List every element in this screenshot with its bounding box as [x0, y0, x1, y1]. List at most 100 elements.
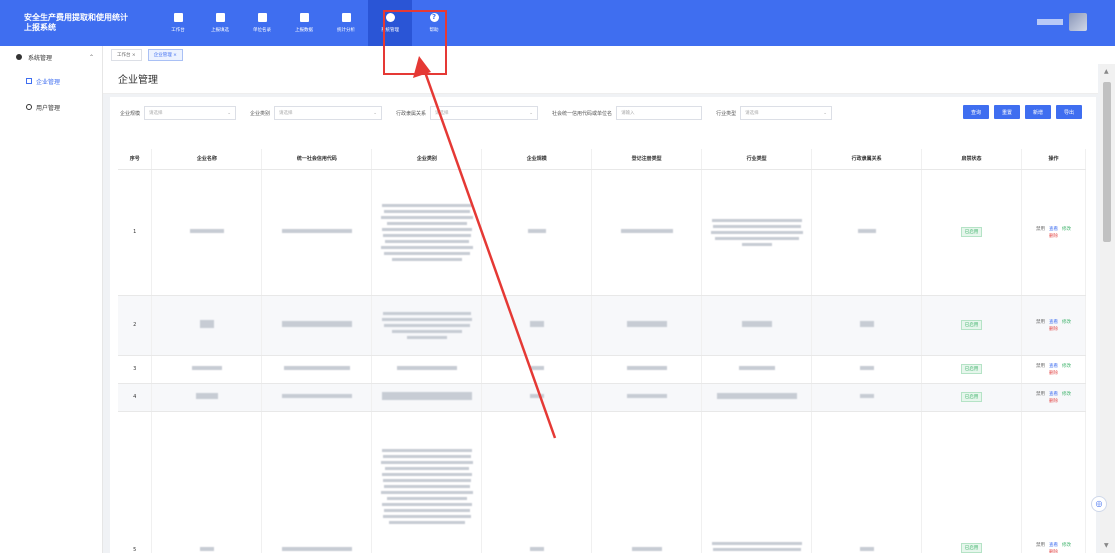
user-menu[interactable] — [1037, 13, 1087, 31]
cell-redacted — [701, 295, 813, 356]
status-badge: 已启用 — [960, 320, 983, 330]
app-title: 安全生产费用提取和使用统计 上报系统 — [0, 13, 158, 33]
scroll-up-icon[interactable]: ▲ — [1104, 68, 1109, 75]
admin-affiliation-select[interactable]: 请选择 ⌄ — [430, 106, 539, 120]
edit-link[interactable]: 修改 — [1062, 363, 1071, 369]
col-header: 登记注册类型 — [591, 149, 703, 170]
view-link[interactable]: 查看 — [1049, 363, 1058, 369]
ops-cell: 禁用 查看 修改 删除 — [1021, 295, 1087, 356]
chevron-down-icon: ⌄ — [373, 110, 378, 116]
nav-item-workbench[interactable]: 工作台 — [158, 0, 198, 46]
ops-cell: 禁用 查看 修改 删除 — [1021, 355, 1087, 384]
delete-link[interactable]: 删除 — [1049, 370, 1058, 376]
query-button[interactable]: 查询 — [962, 105, 989, 119]
nav-label: 统计分析 — [337, 28, 355, 33]
app-title-line2: 上报系统 — [24, 23, 56, 32]
input-placeholder: 请输入 — [621, 111, 635, 116]
delete-link[interactable]: 删除 — [1049, 233, 1058, 239]
grid-icon — [173, 13, 183, 22]
edit-link[interactable]: 修改 — [1062, 542, 1071, 548]
col-header: 行政隶属关系 — [811, 149, 923, 170]
table-row: 3 已启用 禁用 查看 修改 删除 — [118, 355, 1087, 384]
table-row: 4 已启用 禁用 查看 修改 删除 — [118, 383, 1087, 412]
row-number: 1 — [118, 169, 153, 296]
nav-item-report-data[interactable]: 上报数据 — [284, 0, 324, 46]
view-link[interactable]: 查看 — [1049, 226, 1058, 232]
enterprise-table: 序号 企业名称 统一社会信用代码 企业类别 企业规模 登记注册类型 行业类型 行… — [118, 149, 1087, 553]
scale-select[interactable]: 请选择 ⌄ — [144, 106, 237, 120]
vertical-scrollbar[interactable]: ▲ ▼ — [1100, 64, 1115, 553]
status-badge: 已启用 — [960, 227, 983, 237]
annotation-highlight-box — [383, 10, 447, 75]
top-nav-bar: 安全生产费用提取和使用统计 上报系统 工作台 上报填选 单位名录 上报数据 统计… — [0, 0, 1115, 46]
export-button[interactable]: 导出 — [1055, 105, 1082, 119]
sidebar-item-label: 用户管理 — [36, 104, 61, 112]
category-select[interactable]: 请选择 ⌄ — [274, 106, 383, 120]
cell-redacted — [371, 383, 483, 412]
filter-credit-code: 社会统一信用代码或单位名 请输入 — [552, 106, 703, 120]
chevron-down-icon: ⌄ — [227, 110, 232, 116]
edit-link[interactable]: 修改 — [1062, 226, 1071, 232]
cell-redacted — [481, 411, 593, 553]
ops-cell: 禁用 查看 修改 删除 — [1021, 411, 1087, 553]
status-cell: 已启用 — [921, 355, 1022, 384]
disable-link[interactable]: 禁用 — [1036, 319, 1045, 325]
select-placeholder: 请选择 — [149, 111, 163, 116]
filter-label: 行业类型 — [716, 110, 737, 117]
sidebar-group-label: 系统管理 — [28, 54, 53, 62]
sidebar-group-system-management[interactable]: 系统管理 ⌃ — [0, 46, 102, 68]
cell-redacted — [591, 169, 703, 296]
delete-link[interactable]: 删除 — [1049, 549, 1058, 553]
nav-item-unit-directory[interactable]: 单位名录 — [242, 0, 282, 46]
cell-redacted — [811, 383, 923, 412]
cell-redacted — [591, 411, 703, 553]
industry-select[interactable]: 请选择 ⌄ — [740, 106, 833, 120]
nav-item-report-fill[interactable]: 上报填选 — [200, 0, 240, 46]
col-header: 启禁状态 — [921, 149, 1022, 170]
row-number: 4 — [118, 383, 153, 412]
tab-workbench[interactable]: 工作台 × — [111, 49, 142, 61]
sidebar-item-enterprise-management[interactable]: 企业管理 — [0, 68, 102, 94]
cell-redacted — [811, 355, 923, 384]
avatar[interactable] — [1069, 13, 1087, 31]
add-button[interactable]: 新增 — [1024, 105, 1051, 119]
nav-item-statistics[interactable]: 统计分析 — [326, 0, 366, 46]
view-link[interactable]: 查看 — [1049, 391, 1058, 397]
nav-label: 单位名录 — [253, 28, 271, 33]
delete-link[interactable]: 删除 — [1049, 398, 1058, 404]
cell-redacted — [701, 411, 813, 553]
disable-link[interactable]: 禁用 — [1036, 391, 1045, 397]
scroll-down-icon[interactable]: ▼ — [1104, 542, 1109, 549]
col-header: 操作 — [1021, 149, 1087, 170]
disable-link[interactable]: 禁用 — [1036, 226, 1045, 232]
cell-redacted — [261, 355, 373, 384]
status-cell: 已启用 — [921, 411, 1022, 553]
view-link[interactable]: 查看 — [1049, 319, 1058, 325]
delete-link[interactable]: 删除 — [1049, 326, 1058, 332]
status-badge: 已启用 — [960, 364, 983, 374]
cell-redacted — [371, 169, 483, 296]
tab-enterprise-management[interactable]: 企业管理 × — [147, 49, 183, 61]
chevron-up-icon: ⌃ — [88, 53, 94, 61]
credit-code-input[interactable]: 请输入 — [616, 106, 703, 120]
action-buttons: 查询 重置 新增 导出 — [962, 105, 1082, 119]
edit-link[interactable]: 修改 — [1062, 319, 1071, 325]
filter-label: 行政隶属关系 — [396, 110, 427, 117]
row-number: 3 — [118, 355, 153, 384]
disable-link[interactable]: 禁用 — [1036, 542, 1045, 548]
ops-cell: 禁用 查看 修改 删除 — [1021, 383, 1087, 412]
cell-redacted — [261, 169, 373, 296]
select-placeholder: 请选择 — [279, 111, 293, 116]
reset-button[interactable]: 重置 — [993, 105, 1020, 119]
sidebar-item-user-management[interactable]: 用户管理 — [0, 94, 102, 120]
floating-assistant-button[interactable]: ◎ — [1091, 496, 1107, 512]
cell-redacted — [151, 295, 263, 356]
disable-link[interactable]: 禁用 — [1036, 363, 1045, 369]
page-title: 企业管理 — [103, 64, 1098, 94]
user-icon — [26, 104, 32, 110]
edit-link[interactable]: 修改 — [1062, 391, 1071, 397]
view-link[interactable]: 查看 — [1049, 542, 1058, 548]
cell-redacted — [811, 295, 923, 356]
scrollbar-thumb[interactable] — [1103, 82, 1111, 242]
book-icon — [257, 13, 267, 22]
